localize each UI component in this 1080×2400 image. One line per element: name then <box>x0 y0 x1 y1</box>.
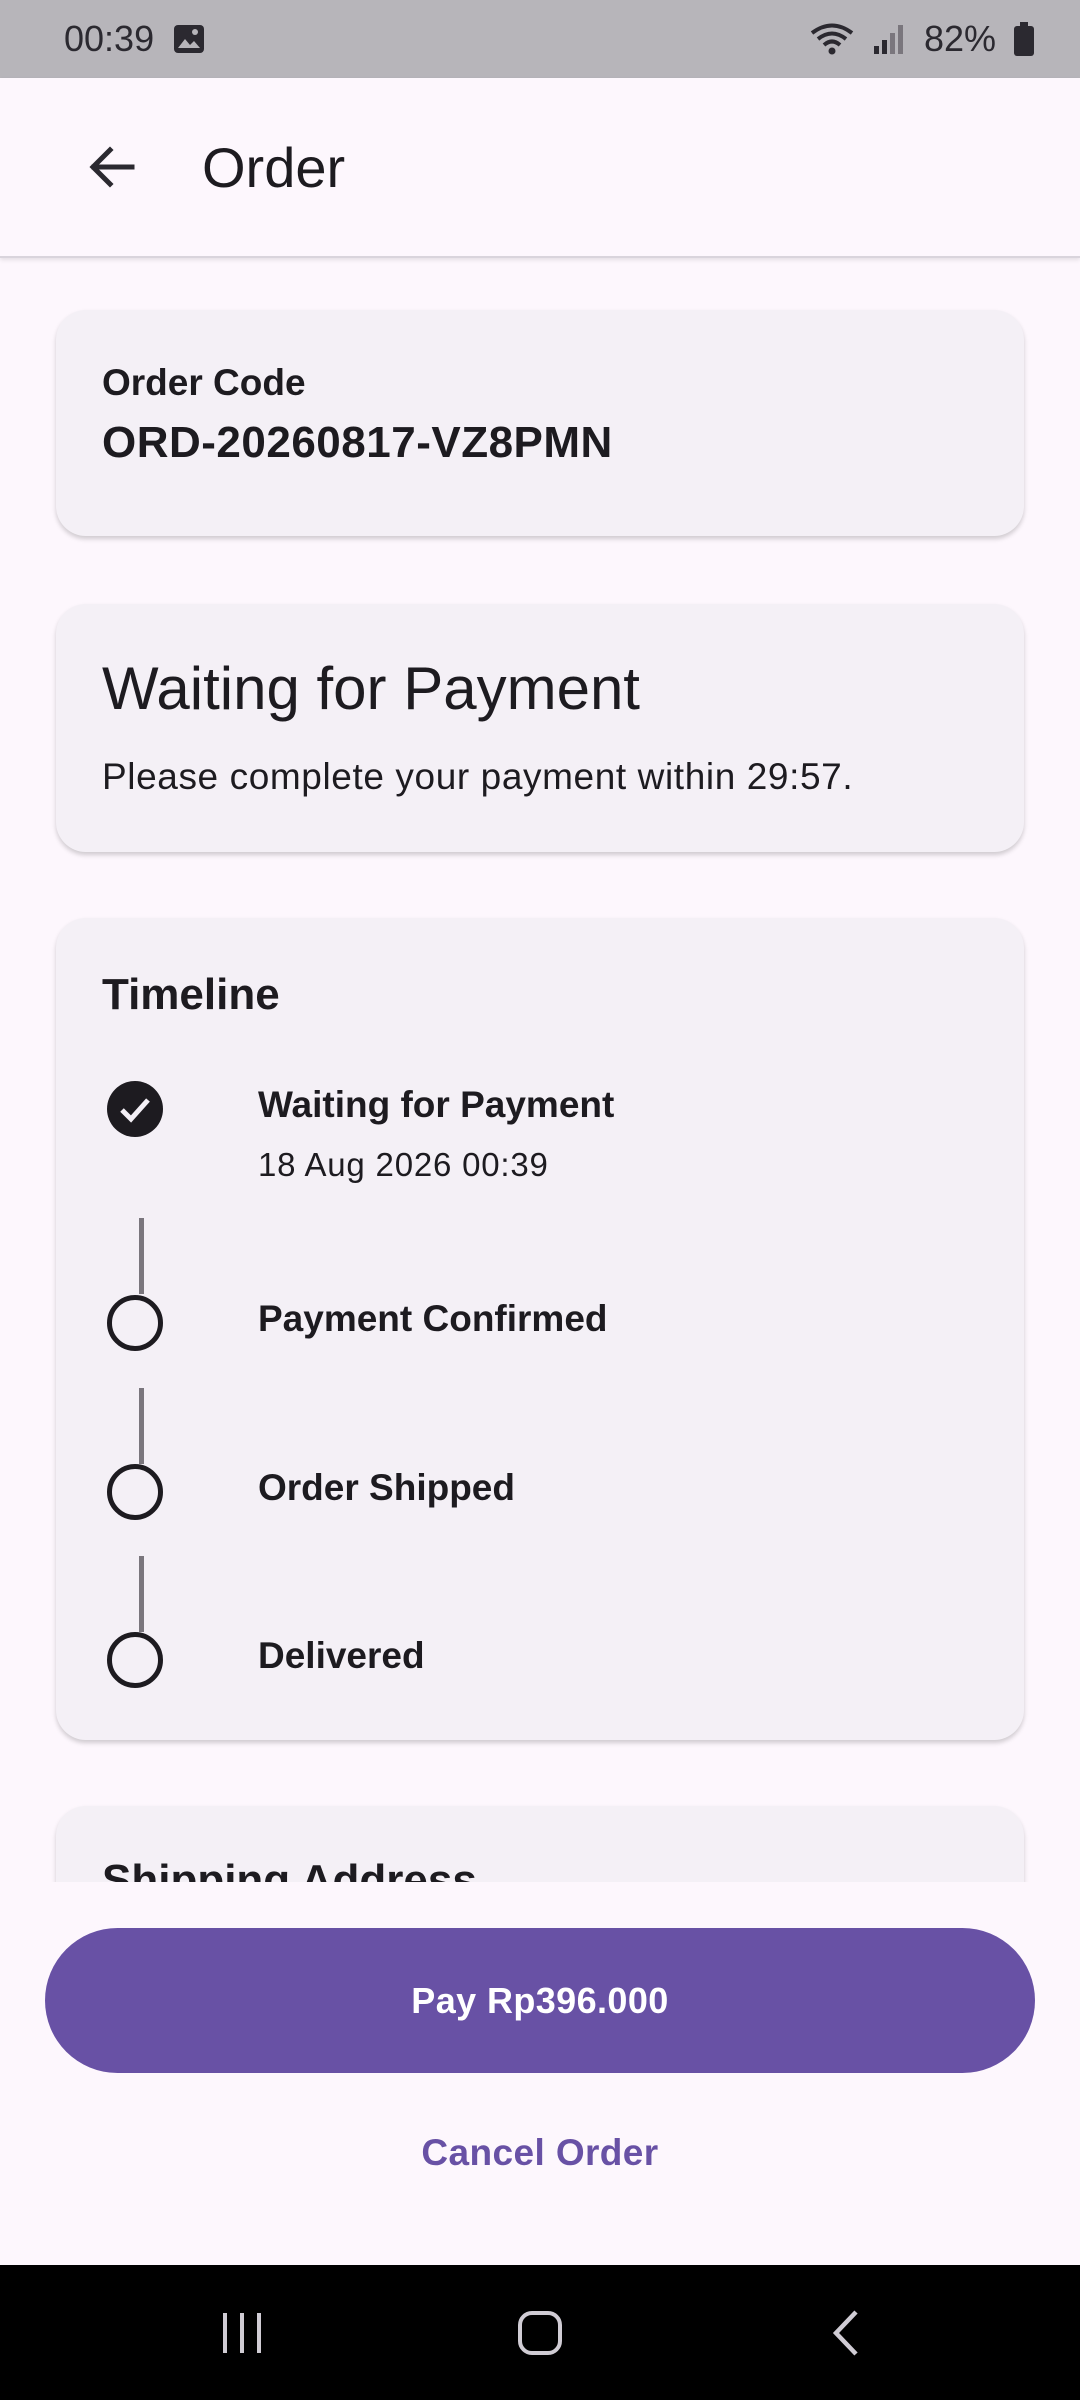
status-left: 00:39 <box>64 18 206 60</box>
circle-outline-icon <box>107 1295 163 1351</box>
gallery-notification-icon <box>174 25 205 53</box>
recent-apps-button[interactable] <box>206 2297 278 2369</box>
battery-icon <box>1014 22 1034 56</box>
timeline-connector <box>139 1218 144 1294</box>
timeline-connector <box>139 1388 144 1464</box>
timeline-title: Timeline <box>102 970 280 1019</box>
wifi-icon <box>810 23 854 55</box>
back-button[interactable] <box>64 119 160 215</box>
timeline-step-label: Delivered <box>258 1635 425 1676</box>
order-code-value: ORD-20260817-VZ8PMN <box>102 418 613 467</box>
nav-back-button[interactable] <box>810 2297 882 2369</box>
cancel-order-button[interactable]: Cancel Order <box>340 2110 740 2196</box>
payment-countdown-text: Please complete your payment within 29:5… <box>102 756 854 797</box>
recent-apps-icon <box>223 2313 261 2353</box>
circle-outline-icon <box>107 1464 163 1520</box>
arrow-back-icon <box>89 146 135 188</box>
battery-percent: 82% <box>923 18 996 59</box>
signal-icon <box>873 25 903 54</box>
shipping-address-card: Shipping Address <box>56 1806 1024 1882</box>
order-code-label: Order Code <box>102 362 306 403</box>
app-bar: Order <box>0 78 1080 258</box>
order-content[interactable]: Order Code ORD-20260817-VZ8PMN Waiting f… <box>0 260 1080 1882</box>
timeline-connector <box>139 1556 144 1632</box>
status-time: 00:39 <box>64 18 155 59</box>
home-button[interactable] <box>504 2297 576 2369</box>
order-status-title: Waiting for Payment <box>102 655 640 722</box>
order-code-card: Order Code ORD-20260817-VZ8PMN <box>56 310 1024 536</box>
circle-outline-icon <box>107 1632 163 1688</box>
page-title: Order <box>202 135 346 199</box>
timeline-card: Timeline Waiting for Payment 18 Aug 2026… <box>56 918 1024 1740</box>
status-right: 82% <box>810 18 1034 60</box>
timeline-step-date: 18 Aug 2026 00:39 <box>258 1146 549 1183</box>
timeline-step-label: Waiting for Payment <box>258 1084 615 1125</box>
order-status-card: Waiting for Payment Please complete your… <box>56 604 1024 852</box>
shipping-address-title: Shipping Address <box>102 1856 477 1882</box>
pay-button[interactable]: Pay Rp396.000 <box>45 1928 1035 2073</box>
system-nav-bar <box>0 2265 1080 2400</box>
timeline-step-label: Order Shipped <box>258 1467 515 1508</box>
timeline-step-label: Payment Confirmed <box>258 1298 608 1339</box>
status-bar: 00:39 82% <box>0 0 1080 78</box>
home-icon <box>518 2311 562 2355</box>
check-circle-icon <box>107 1081 163 1137</box>
nav-back-icon <box>832 2310 858 2356</box>
